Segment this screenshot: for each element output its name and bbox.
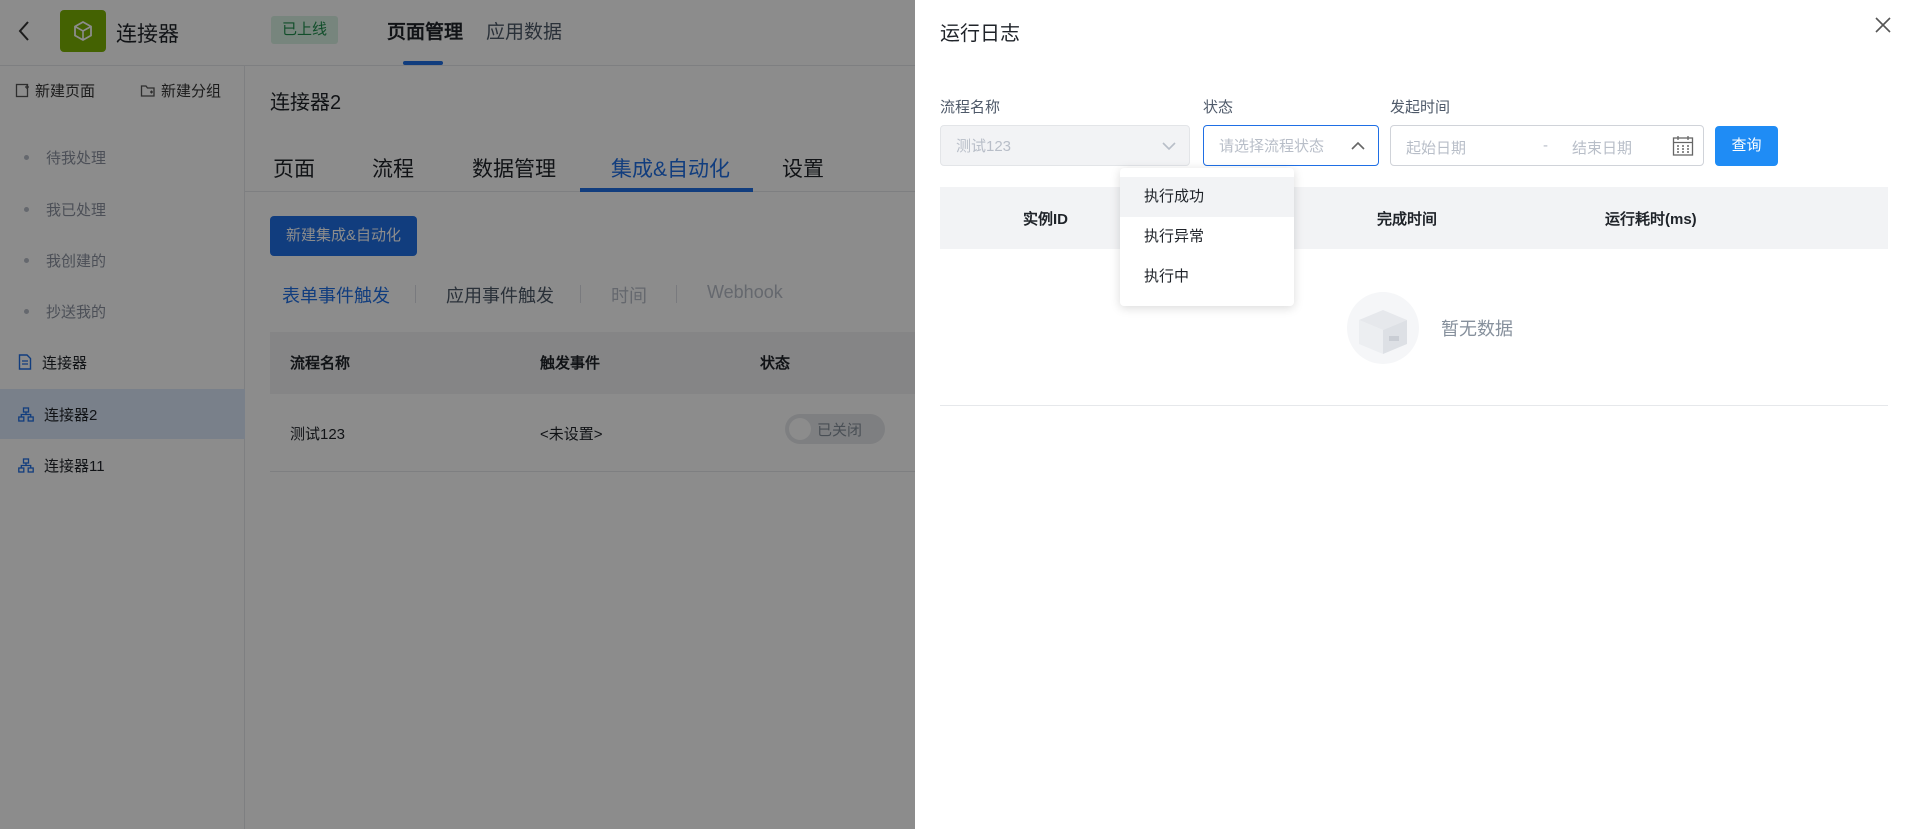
empty-text: 暂无数据 <box>1441 319 1513 339</box>
drawer-title: 运行日志 <box>940 23 1020 45</box>
log-table-body: 暂无数据 <box>940 249 1888 406</box>
chevron-up-icon <box>1350 138 1366 154</box>
start-time-label: 发起时间 <box>1390 99 1451 116</box>
query-button[interactable]: 查询 <box>1715 126 1778 166</box>
column-header: 完成时间 <box>1377 211 1438 228</box>
status-option-running[interactable]: 执行中 <box>1120 257 1294 297</box>
close-icon[interactable] <box>1870 12 1896 38</box>
column-header: 实例ID <box>1023 211 1069 228</box>
status-option-error[interactable]: 执行异常 <box>1120 217 1294 257</box>
run-log-drawer: 运行日志 流程名称 测试123 状态 请选择流程状态 发起时间 起始日期 - 结… <box>915 0 1913 829</box>
calendar-icon[interactable] <box>1672 135 1694 157</box>
empty-state: 暂无数据 <box>1345 290 1513 366</box>
date-range-picker[interactable]: 起始日期 - 结束日期 <box>1390 125 1704 166</box>
flow-name-value: 测试123 <box>956 138 1012 155</box>
flow-name-label: 流程名称 <box>940 99 1001 116</box>
range-separator: - <box>1543 137 1548 154</box>
status-placeholder: 请选择流程状态 <box>1219 138 1325 155</box>
status-label: 状态 <box>1203 99 1234 116</box>
flow-name-select[interactable]: 测试123 <box>940 125 1190 166</box>
modal-mask[interactable] <box>0 0 915 829</box>
column-header: 运行耗时(ms) <box>1605 211 1697 228</box>
start-date-input[interactable]: 起始日期 <box>1406 137 1466 158</box>
status-dropdown: 执行成功 执行异常 执行中 <box>1120 168 1294 306</box>
empty-box-icon <box>1347 292 1419 364</box>
end-date-input[interactable]: 结束日期 <box>1572 137 1632 158</box>
log-table-header: 实例ID 完成时间 运行耗时(ms) <box>940 187 1888 249</box>
status-select[interactable]: 请选择流程状态 <box>1203 125 1379 166</box>
chevron-down-icon <box>1161 138 1177 154</box>
status-option-success[interactable]: 执行成功 <box>1120 177 1294 217</box>
